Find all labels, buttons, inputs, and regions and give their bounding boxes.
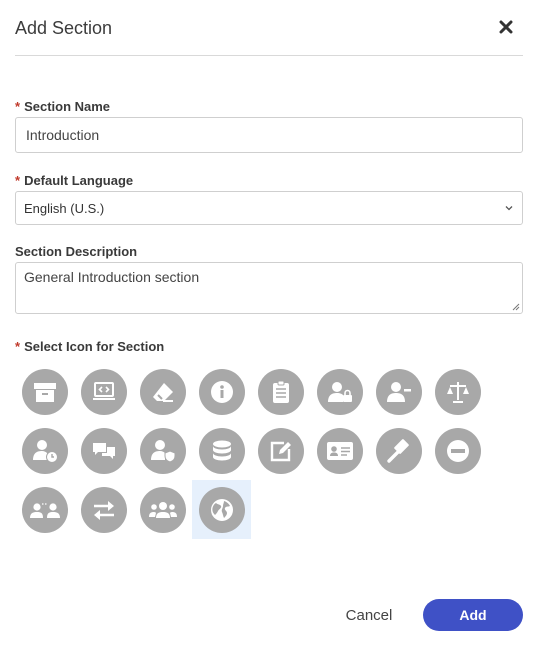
icon-option-exchange[interactable] bbox=[74, 480, 133, 539]
icon-option-edit[interactable] bbox=[251, 421, 310, 480]
chevron-down-icon bbox=[505, 206, 513, 211]
add-section-dialog: Add Section * Section Name Introduction *… bbox=[0, 0, 538, 650]
icon-option-chat[interactable] bbox=[74, 421, 133, 480]
icon-option-code-laptop[interactable] bbox=[74, 362, 133, 421]
info-icon bbox=[210, 380, 233, 403]
dialog-title: Add Section bbox=[15, 18, 113, 38]
add-button[interactable]: Add bbox=[423, 599, 523, 631]
section-name-value: Introduction bbox=[26, 127, 100, 143]
globe-icon bbox=[210, 498, 233, 521]
minus-circle-icon bbox=[446, 439, 469, 462]
section-description-textarea[interactable]: General Introduction section bbox=[15, 262, 523, 314]
icon-option-user-shield[interactable] bbox=[133, 421, 192, 480]
close-button[interactable] bbox=[499, 20, 517, 38]
required-marker: * bbox=[15, 339, 21, 354]
icon-option-user-lock[interactable] bbox=[310, 362, 369, 421]
section-description-value: General Introduction section bbox=[24, 269, 200, 285]
icon-option-users-group[interactable] bbox=[133, 480, 192, 539]
users-group-icon bbox=[148, 501, 177, 518]
icon-option-eraser[interactable] bbox=[133, 362, 192, 421]
default-language-label: * Default Language bbox=[15, 173, 134, 188]
default-language-value: English (U.S.) bbox=[24, 200, 105, 216]
icon-option-archive[interactable] bbox=[15, 362, 74, 421]
icon-option-user-minus[interactable] bbox=[369, 362, 428, 421]
resize-grip-icon[interactable] bbox=[511, 302, 520, 311]
id-card-icon bbox=[326, 441, 353, 460]
balance-scale-icon bbox=[446, 381, 469, 403]
icon-option-minus-circle[interactable] bbox=[428, 421, 487, 480]
icon-option-info[interactable] bbox=[192, 362, 251, 421]
icon-option-database[interactable] bbox=[192, 421, 251, 480]
archive-box-icon bbox=[33, 382, 56, 402]
user-shield-icon bbox=[150, 439, 175, 463]
user-lock-icon bbox=[327, 381, 352, 402]
dialog-header: Add Section bbox=[15, 0, 523, 56]
icon-option-id-card[interactable] bbox=[310, 421, 369, 480]
icon-select-label: * Select Icon for Section bbox=[15, 339, 165, 354]
icon-option-gavel[interactable] bbox=[369, 421, 428, 480]
close-icon bbox=[499, 20, 513, 34]
user-transfer-icon bbox=[29, 502, 60, 518]
user-minus-icon bbox=[386, 381, 411, 402]
code-laptop-icon bbox=[92, 381, 115, 400]
icon-option-user-transfer[interactable] bbox=[15, 480, 74, 539]
section-name-input[interactable]: Introduction bbox=[15, 117, 523, 153]
cancel-button[interactable]: Cancel bbox=[333, 601, 405, 629]
icon-grid bbox=[15, 362, 495, 542]
gavel-icon bbox=[386, 438, 409, 463]
exchange-arrows-icon bbox=[93, 500, 114, 520]
required-marker: * bbox=[15, 99, 21, 114]
user-clock-icon bbox=[32, 439, 58, 463]
clipboard-list-icon bbox=[272, 380, 289, 403]
chat-bubbles-icon bbox=[92, 442, 115, 459]
section-description-label: Section Description bbox=[15, 244, 138, 259]
icon-option-user-clock[interactable] bbox=[15, 421, 74, 480]
edit-icon bbox=[270, 441, 291, 461]
eraser-icon bbox=[152, 382, 173, 402]
icon-option-balance-scale[interactable] bbox=[428, 362, 487, 421]
icon-option-clipboard[interactable] bbox=[251, 362, 310, 421]
section-name-label: * Section Name bbox=[15, 99, 111, 114]
default-language-select[interactable]: English (U.S.) bbox=[15, 191, 523, 225]
required-marker: * bbox=[15, 173, 21, 188]
database-icon bbox=[212, 440, 231, 460]
icon-option-globe[interactable] bbox=[192, 480, 251, 539]
